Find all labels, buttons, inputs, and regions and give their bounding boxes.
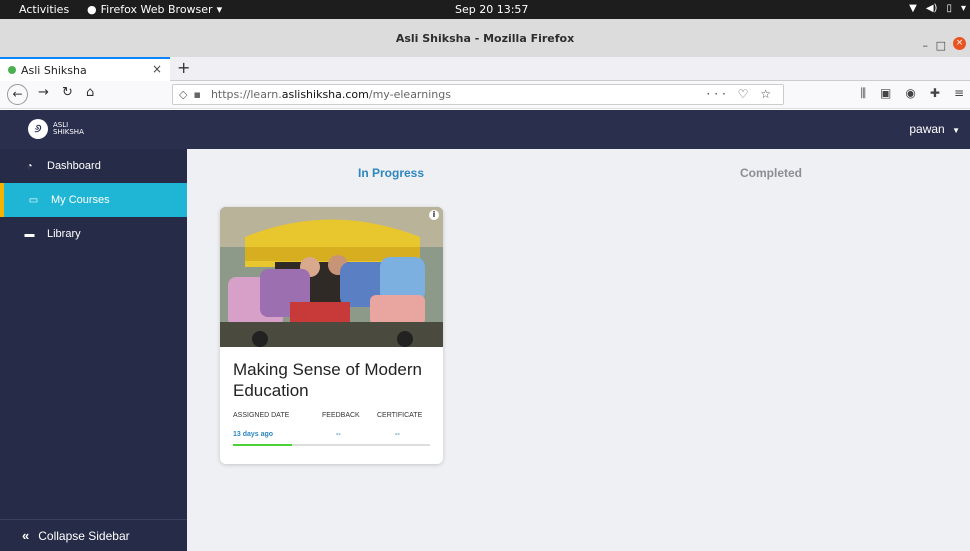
main-content: In Progress Completed i Making Sense of … [187, 149, 970, 551]
site-favicon-icon [8, 66, 16, 74]
forward-button[interactable]: → [38, 85, 49, 100]
chevron-down-icon: ▾ [216, 3, 223, 16]
logo-mark-icon: ୬ [28, 119, 48, 139]
tab-completed[interactable]: Completed [740, 166, 802, 180]
tab-in-progress[interactable]: In Progress [358, 166, 424, 180]
tab-strip: Asli Shiksha × + [0, 57, 970, 81]
maximize-icon[interactable]: □ [936, 39, 946, 52]
sidebar-item-label: My Courses [51, 194, 110, 206]
sidebar-item-label: Dashboard [47, 160, 101, 172]
info-icon[interactable]: i [429, 210, 439, 220]
app-menu[interactable]: ● Firefox Web Browser ▾ [87, 3, 222, 16]
chevron-down-icon: ▾ [960, 3, 966, 14]
navigation-toolbar: ← → ↻ ⌂ ◇ ▪ https://learn. aslishiksha.co… [0, 81, 970, 109]
certificate-label: CERTIFICATE [377, 412, 423, 419]
app-menu-label: Firefox Web Browser [100, 3, 213, 16]
url-bar[interactable]: ◇ ▪ https://learn. aslishiksha.com/my-ele… [172, 84, 784, 105]
system-tray[interactable]: ▼ ◀) ▯ ▾ [909, 3, 966, 14]
browser-tab[interactable]: Asli Shiksha × [0, 57, 170, 81]
double-chevron-left-icon: « [22, 528, 30, 543]
firefox-icon: ● [87, 3, 97, 16]
menu-icon[interactable]: ≡ [954, 86, 964, 101]
collapse-label: Collapse Sidebar [38, 528, 130, 543]
reload-button[interactable]: ↻ [62, 85, 73, 100]
course-title: Making Sense of Modern Education [233, 360, 422, 400]
battery-icon: ▯ [946, 3, 952, 14]
close-window-button[interactable]: × [953, 37, 966, 50]
system-top-bar: Activities ● Firefox Web Browser ▾ Sep 2… [0, 0, 970, 19]
minimize-icon[interactable]: – [923, 39, 929, 52]
user-name: pawan [909, 122, 945, 136]
shield-icon: ◇ [179, 88, 188, 101]
feedback-label: FEEDBACK [322, 412, 360, 419]
library-icon[interactable]: ⫼ [861, 86, 867, 101]
assigned-date-value: 13 days ago [233, 431, 274, 438]
user-menu[interactable]: pawan ▼ [909, 122, 960, 136]
sidebar-item-my-courses[interactable]: ▭ My Courses [0, 183, 187, 217]
certificate-value[interactable]: -- [395, 431, 400, 438]
course-progress-fill [233, 444, 293, 446]
logo-line2: SHIKSHA [53, 128, 84, 136]
collapse-sidebar-button[interactable]: « Collapse Sidebar [0, 519, 187, 551]
course-card[interactable]: i Making Sense of Modern Education ASSIG… [220, 207, 443, 464]
home-button[interactable]: ⌂ [86, 85, 94, 100]
new-tab-button[interactable]: + [177, 58, 190, 77]
account-icon[interactable]: ◉ [905, 86, 915, 101]
lock-icon: ▪ [193, 88, 201, 101]
library-book-icon: ▬ [24, 228, 35, 240]
course-thumbnail [220, 207, 443, 347]
toolbar-right: ⫼ ▣ ◉ ✚ ≡ [861, 86, 964, 101]
sidebar-item-library[interactable]: ▬ Library [0, 217, 187, 251]
feedback-value[interactable]: -- [336, 431, 341, 438]
courses-icon: ▭ [28, 194, 39, 206]
url-prefix: https://learn. [210, 88, 282, 101]
page-actions[interactable]: ··· ♡ ☆ [706, 87, 775, 101]
tab-title: Asli Shiksha [21, 63, 87, 77]
sidebar-item-dashboard[interactable]: ◔ Dashboard [0, 149, 187, 183]
course-thumbnail-image [220, 207, 443, 347]
assigned-date-label: ASSIGNED DATE [233, 412, 290, 419]
sidebar: ◔ Dashboard ▭ My Courses ▬ Library « Col… [0, 149, 187, 551]
sidebar-item-label: Library [47, 228, 81, 240]
back-button[interactable]: ← [7, 84, 28, 105]
app-logo[interactable]: ୬ ASLI SHIKSHA [28, 119, 84, 139]
close-tab-icon[interactable]: × [152, 62, 162, 76]
url-host: aslishiksha.com [281, 88, 369, 101]
window-titlebar: Asli Shiksha - Mozilla Firefox – □ × [0, 19, 970, 57]
extension-icon[interactable]: ✚ [930, 86, 940, 101]
window-title: Asli Shiksha - Mozilla Firefox [395, 32, 575, 45]
caret-down-icon: ▼ [952, 126, 960, 135]
dashboard-icon: ◔ [26, 160, 33, 172]
url-path: /my-elearnings [368, 88, 451, 101]
network-icon: ▼ [909, 3, 917, 14]
clock[interactable]: Sep 20 13:57 [455, 3, 528, 16]
app-header: ୬ ASLI SHIKSHA pawan ▼ [0, 110, 970, 149]
sidebar-toggle-icon[interactable]: ▣ [880, 86, 891, 101]
volume-icon: ◀) [925, 3, 938, 14]
course-progress-bar [233, 444, 430, 446]
activities-button[interactable]: Activities [19, 3, 69, 16]
